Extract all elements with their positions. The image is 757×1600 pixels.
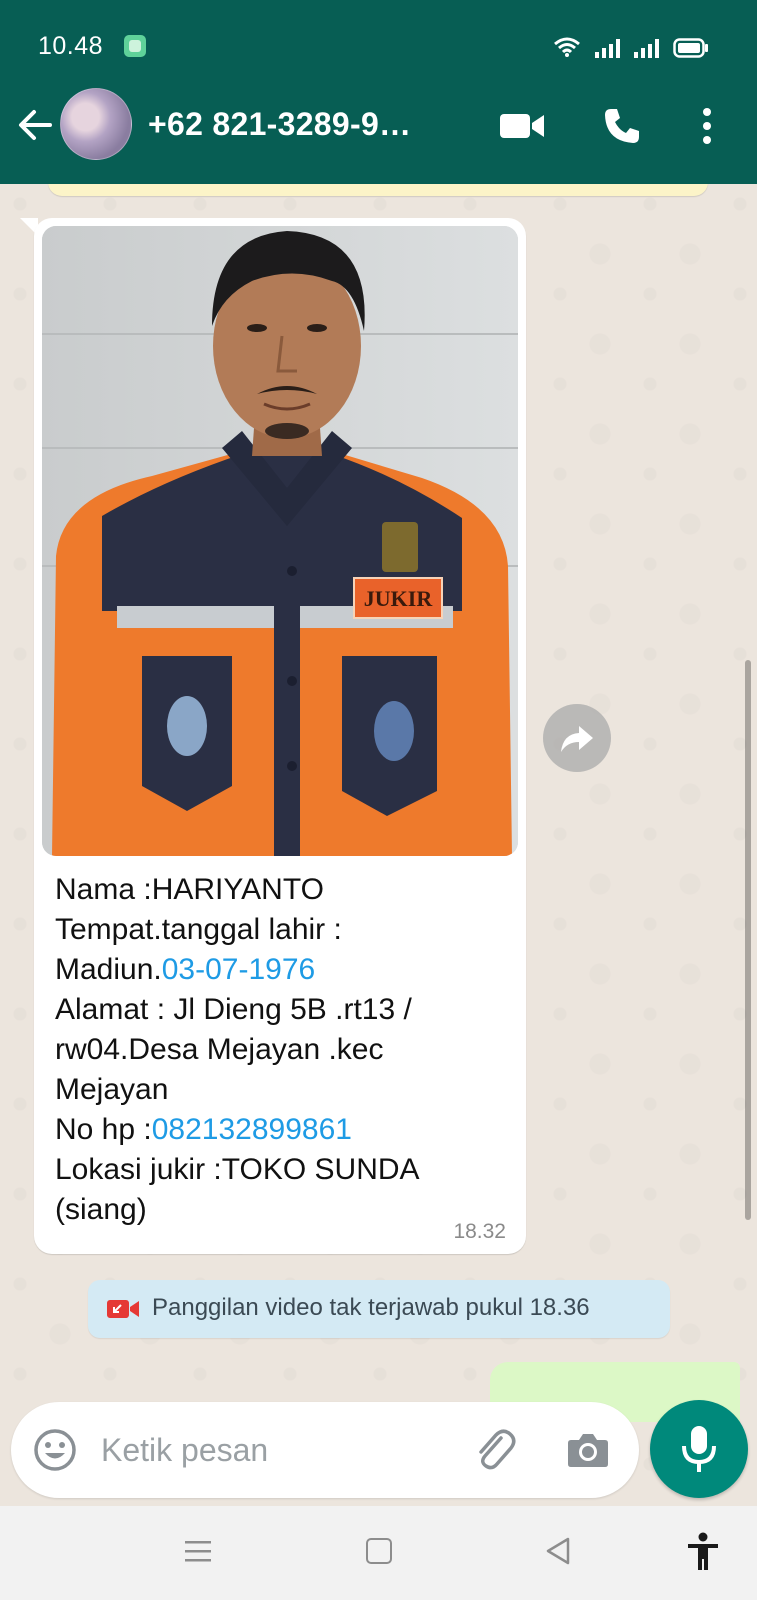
previous-message-bubble[interactable] bbox=[48, 184, 708, 196]
status-time: 10.48 bbox=[38, 32, 104, 60]
message-line: Alamat : Jl Dieng 5B .rt13 / bbox=[55, 990, 515, 1030]
message-line: rw04.Desa Mejayan .kec bbox=[55, 1030, 515, 1070]
forward-icon bbox=[561, 726, 593, 752]
message-line: No hp :082132899861 bbox=[55, 1110, 515, 1150]
message-composer bbox=[11, 1402, 639, 1498]
chat-header: +62 821-3289-9… bbox=[0, 66, 757, 184]
back-arrow-icon[interactable] bbox=[14, 104, 56, 146]
avatar[interactable] bbox=[60, 88, 132, 160]
system-icons bbox=[553, 34, 709, 58]
wifi-icon bbox=[554, 37, 580, 57]
message-link[interactable]: 082132899861 bbox=[152, 1113, 352, 1146]
chat-area[interactable]: JUKIR Nama :HARIYANTO Tempat.tanggal lah… bbox=[0, 184, 757, 1500]
incoming-message-bubble[interactable]: JUKIR Nama :HARIYANTO Tempat.tanggal lah… bbox=[34, 218, 526, 1254]
camera-icon[interactable] bbox=[567, 1430, 609, 1468]
message-line: Lokasi jukir :TOKO SUNDA bbox=[55, 1150, 515, 1190]
message-line: Nama :HARIYANTO bbox=[55, 870, 515, 910]
forward-button[interactable] bbox=[543, 704, 611, 772]
accessibility-icon[interactable] bbox=[686, 1532, 720, 1572]
badge-text: JUKIR bbox=[364, 586, 434, 611]
missed-call-text: Panggilan video tak terjawab pukul 18.36 bbox=[152, 1294, 590, 1321]
more-options-icon[interactable] bbox=[700, 106, 714, 146]
mic-icon bbox=[682, 1426, 716, 1472]
system-nav-bar bbox=[0, 1506, 757, 1600]
message-line: (siang) bbox=[55, 1190, 515, 1230]
message-line-text: No hp : bbox=[55, 1113, 152, 1146]
message-line-text: Nama :HARIYANTO bbox=[55, 873, 324, 906]
nav-back-icon[interactable] bbox=[544, 1536, 572, 1566]
message-line-text: Tempat.tanggal lahir : bbox=[55, 913, 342, 946]
message-line-text: (siang) bbox=[55, 1193, 147, 1226]
message-line-text: Madiun. bbox=[55, 953, 162, 986]
scrollbar[interactable] bbox=[745, 660, 751, 1220]
message-line: Mejayan bbox=[55, 1070, 515, 1110]
battery-icon bbox=[673, 38, 708, 58]
signal-icon bbox=[634, 38, 659, 58]
status-bar: 10.48 bbox=[0, 0, 757, 66]
phone-call-icon[interactable] bbox=[602, 106, 642, 146]
message-line: Tempat.tanggal lahir : bbox=[55, 910, 515, 950]
notification-app-icon bbox=[124, 35, 146, 57]
message-line-text: Lokasi jukir :TOKO SUNDA bbox=[55, 1153, 420, 1186]
video-call-icon[interactable] bbox=[498, 108, 546, 144]
message-line-text: Mejayan bbox=[55, 1073, 169, 1106]
message-timestamp: 18.32 bbox=[453, 1220, 506, 1243]
contact-name[interactable]: +62 821-3289-9… bbox=[148, 106, 411, 143]
recents-icon[interactable] bbox=[184, 1539, 212, 1563]
missed-call-notice: Panggilan video tak terjawab pukul 18.36 bbox=[88, 1280, 670, 1338]
missed-video-call-icon bbox=[107, 1300, 139, 1318]
message-line-text: rw04.Desa Mejayan .kec bbox=[55, 1033, 384, 1066]
emoji-icon[interactable] bbox=[33, 1428, 77, 1472]
attach-icon[interactable] bbox=[471, 1426, 517, 1472]
message-line: Madiun.03-07-1976 bbox=[55, 950, 515, 990]
mic-button[interactable] bbox=[650, 1400, 748, 1498]
message-link[interactable]: 03-07-1976 bbox=[162, 953, 315, 986]
message-text: Nama :HARIYANTO Tempat.tanggal lahir : Mad… bbox=[55, 870, 515, 1230]
signal-icon bbox=[595, 38, 620, 58]
message-input[interactable] bbox=[101, 1424, 451, 1476]
message-line-text: Alamat : Jl Dieng 5B .rt13 / bbox=[55, 993, 412, 1026]
home-icon[interactable] bbox=[366, 1538, 392, 1564]
message-photo[interactable]: JUKIR bbox=[42, 226, 518, 856]
